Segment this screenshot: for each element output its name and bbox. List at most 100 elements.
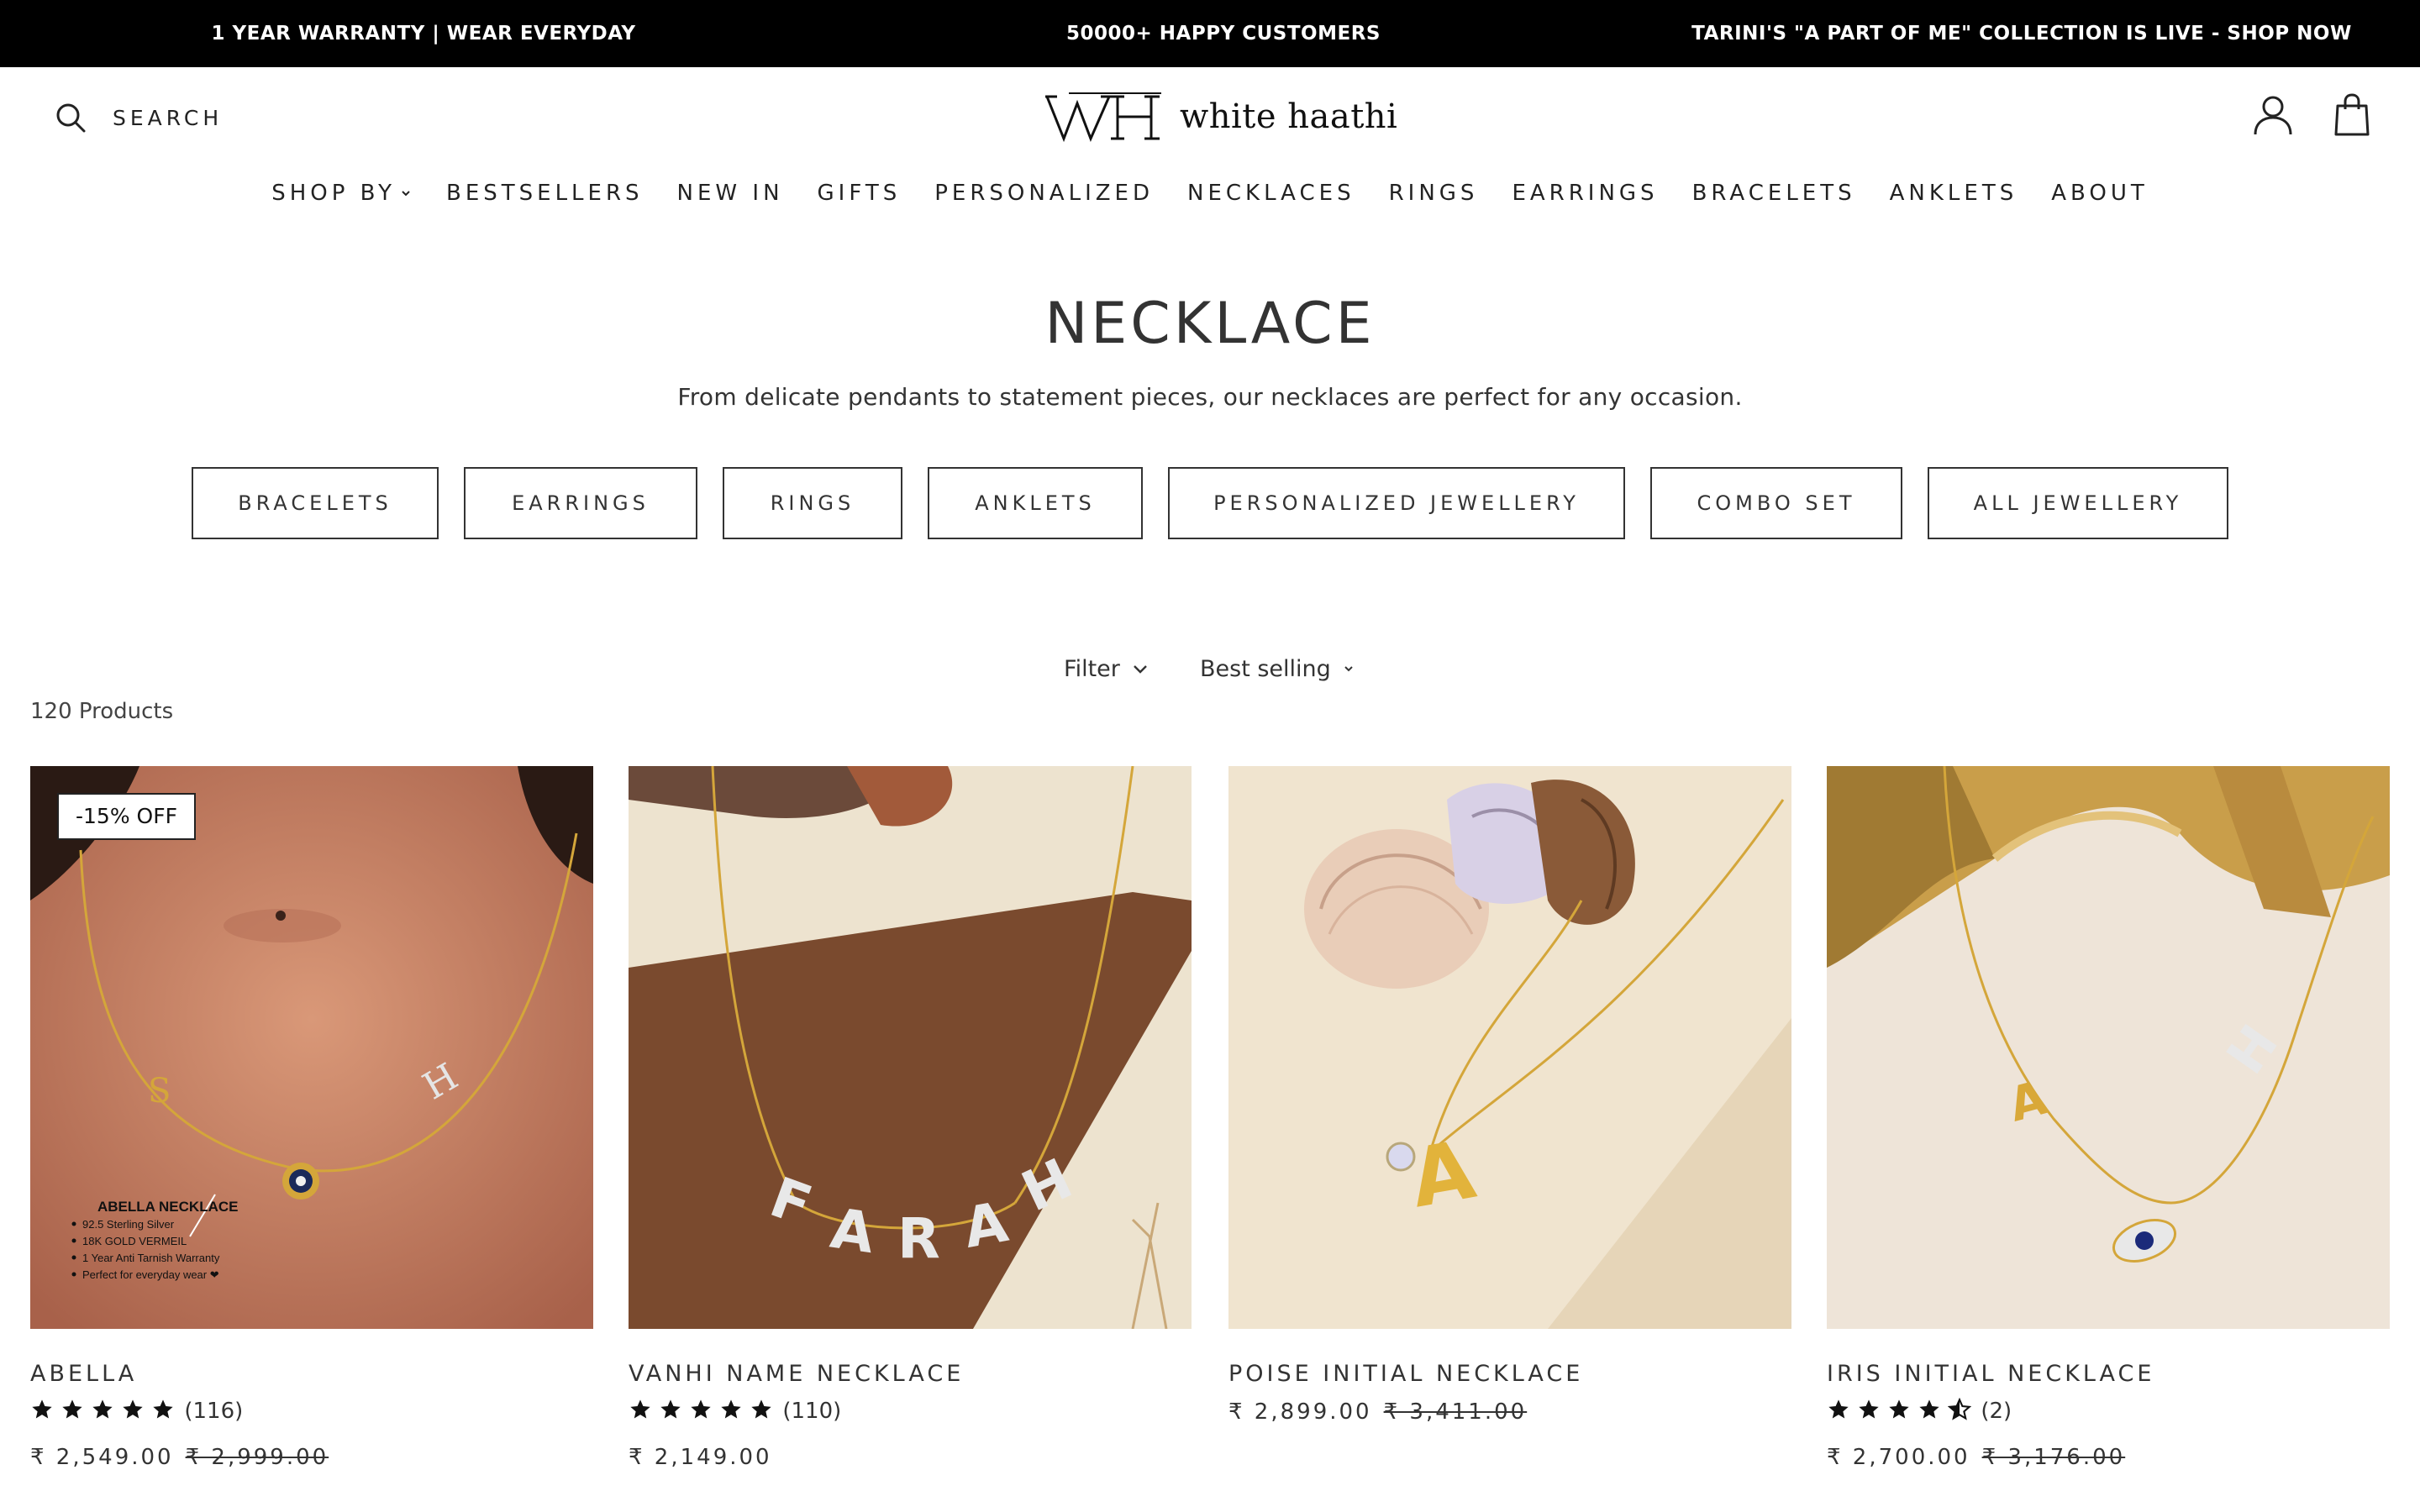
nav-new-in[interactable]: NEW IN: [677, 181, 784, 206]
pendant-letter-a: A: [827, 1196, 878, 1266]
announcement-customers: 50000+ HAPPY CUSTOMERS: [1066, 23, 1381, 45]
announcement-warranty: 1 YEAR WARRANTY | WEAR EVERYDAY: [211, 23, 636, 45]
account-button[interactable]: [2250, 92, 2296, 138]
product-count: 120 Products: [30, 699, 174, 724]
image-caption-bullet: 92.5 Sterling Silver: [82, 1218, 175, 1231]
product-rating: (2): [1827, 1397, 2012, 1425]
chip-anklets[interactable]: ANKLETS: [928, 467, 1143, 539]
image-caption-title: ABELLA NECKLACE: [97, 1199, 238, 1215]
sale-price: ₹ 2,149.00: [629, 1445, 772, 1470]
announcement-bar: 1 YEAR WARRANTY | WEAR EVERYDAY 50000+ H…: [0, 0, 2420, 67]
sale-price: ₹ 2,549.00: [30, 1445, 174, 1470]
chip-earrings[interactable]: EARRINGS: [464, 467, 697, 539]
compare-price: ₹ 3,411.00: [1383, 1399, 1528, 1425]
search-label: SEARCH: [113, 105, 224, 130]
pendant-letter-s: S: [148, 1072, 171, 1110]
cart-bag-icon: [2334, 93, 2370, 136]
star-icon: [1828, 1399, 1849, 1419]
pendant-letter-r: R: [897, 1206, 940, 1271]
star-icon: [691, 1399, 711, 1419]
chip-all-jewellery[interactable]: ALL JEWELLERY: [1928, 467, 2228, 539]
account-icon: [2254, 96, 2292, 135]
product-title[interactable]: VANHI NAME NECKLACE: [629, 1361, 964, 1387]
product-card[interactable]: A POISE INITIAL NECKLACE ₹ 2,899.00 ₹ 3,4…: [1228, 766, 1791, 1425]
filter-dropdown[interactable]: Filter: [1064, 654, 1150, 684]
cart-button[interactable]: [2329, 92, 2375, 138]
nav-shop-by-label: SHOP BY: [271, 181, 396, 206]
nav-rings[interactable]: RINGS: [1389, 181, 1479, 206]
chip-personalized-jewellery[interactable]: PERSONALIZED JEWELLERY: [1168, 467, 1625, 539]
nav-gifts[interactable]: GIFTS: [818, 181, 902, 206]
chevron-down-icon: [1134, 665, 1147, 674]
product-rating: (116): [30, 1398, 243, 1425]
image-caption-bullet: Perfect for everyday wear ❤: [82, 1268, 219, 1281]
review-count: (110): [782, 1399, 842, 1424]
wh-monogram-icon: [1045, 92, 1161, 143]
product-title[interactable]: IRIS INITIAL NECKLACE: [1827, 1361, 2154, 1387]
search-button[interactable]: SEARCH: [54, 97, 223, 138]
page-title: NECKLACE: [1044, 291, 1376, 357]
image-caption-bullet: 1 Year Anti Tarnish Warranty: [82, 1252, 220, 1264]
main-nav: SHOP BY BESTSELLERS NEW IN GIFTS PERSONA…: [0, 175, 2420, 212]
star-icon: [1889, 1399, 1909, 1419]
sale-price: ₹ 2,899.00: [1228, 1399, 1372, 1425]
necklace-photo-iris: A H: [1827, 766, 2390, 1329]
nav-personalized[interactable]: PERSONALIZED: [934, 181, 1154, 206]
chevron-down-icon: [1344, 666, 1353, 672]
announcement-collection-link[interactable]: TARINI'S "A PART OF ME" COLLECTION IS LI…: [1691, 0, 2352, 67]
nav-earrings[interactable]: EARRINGS: [1512, 181, 1658, 206]
star-icon: [32, 1399, 52, 1419]
product-price: ₹ 2,549.00 ₹ 2,999.00: [30, 1445, 329, 1470]
collection-description: From delicate pendants to statement piec…: [677, 383, 1743, 411]
sort-dropdown[interactable]: Best selling: [1200, 654, 1356, 684]
category-chips: BRACELETS EARRINGS RINGS ANKLETS PERSONA…: [192, 467, 2228, 539]
product-price: ₹ 2,899.00 ₹ 3,411.00: [1228, 1399, 1527, 1425]
nav-bestsellers[interactable]: BESTSELLERS: [446, 181, 644, 206]
product-card[interactable]: S H ABELLA NECKLACE 92.5 Sterling Silver…: [30, 766, 593, 1470]
star-icon: [153, 1399, 174, 1419]
sale-price: ₹ 2,700.00: [1827, 1445, 1970, 1470]
nav-shop-by[interactable]: SHOP BY: [271, 181, 413, 206]
image-caption-bullet: 18K GOLD VERMEIL: [82, 1235, 187, 1247]
chip-rings[interactable]: RINGS: [723, 467, 902, 539]
necklace-photo-poise: A: [1228, 766, 1791, 1329]
brand-name: white haathi: [1180, 97, 1398, 136]
star-icon: [62, 1399, 82, 1419]
product-title[interactable]: POISE INITIAL NECKLACE: [1228, 1361, 1583, 1387]
nav-necklaces[interactable]: NECKLACES: [1187, 181, 1355, 206]
necklace-photo-abella: S H ABELLA NECKLACE 92.5 Sterling Silver…: [30, 766, 593, 1329]
nav-about[interactable]: ABOUT: [2051, 181, 2149, 206]
star-icon: [721, 1399, 741, 1419]
discount-badge: -15% OFF: [57, 793, 196, 840]
nav-bracelets[interactable]: BRACELETS: [1692, 181, 1856, 206]
product-image[interactable]: A H: [1827, 766, 2390, 1329]
filter-label: Filter: [1064, 655, 1120, 682]
product-rating: (110): [629, 1398, 841, 1425]
rating-stars: [30, 1398, 177, 1425]
nav-anklets[interactable]: ANKLETS: [1890, 181, 2018, 206]
product-price: ₹ 2,700.00 ₹ 3,176.00: [1827, 1445, 2125, 1470]
rating-stars: [1827, 1397, 1974, 1425]
product-title[interactable]: ABELLA: [30, 1361, 137, 1387]
compare-price: ₹ 2,999.00: [185, 1445, 329, 1470]
chevron-down-icon: [402, 191, 410, 197]
product-image[interactable]: S H ABELLA NECKLACE 92.5 Sterling Silver…: [30, 766, 593, 1329]
half-star-icon: [1948, 1397, 1972, 1420]
compare-price: ₹ 3,176.00: [1981, 1445, 2126, 1470]
review-count: (116): [184, 1399, 244, 1424]
star-icon: [1919, 1399, 1939, 1419]
rating-stars: [629, 1398, 776, 1425]
star-icon: [1859, 1399, 1879, 1419]
sort-label: Best selling: [1200, 655, 1331, 682]
product-card[interactable]: A H IRIS INITIAL NECKLACE (2) ₹ 2,700.00…: [1827, 766, 2390, 1470]
product-image[interactable]: F A R A H: [629, 766, 1192, 1329]
chip-bracelets[interactable]: BRACELETS: [192, 467, 439, 539]
star-icon: [92, 1399, 113, 1419]
product-card[interactable]: F A R A H VANHI NAME NECKLACE (110) ₹ 2,…: [629, 766, 1192, 1470]
search-icon: [56, 103, 86, 133]
product-image[interactable]: A: [1228, 766, 1791, 1329]
chip-combo-set[interactable]: COMBO SET: [1650, 467, 1902, 539]
star-icon: [630, 1399, 650, 1419]
brand-logo[interactable]: white haathi: [1044, 87, 1397, 146]
product-price: ₹ 2,149.00: [629, 1445, 772, 1470]
